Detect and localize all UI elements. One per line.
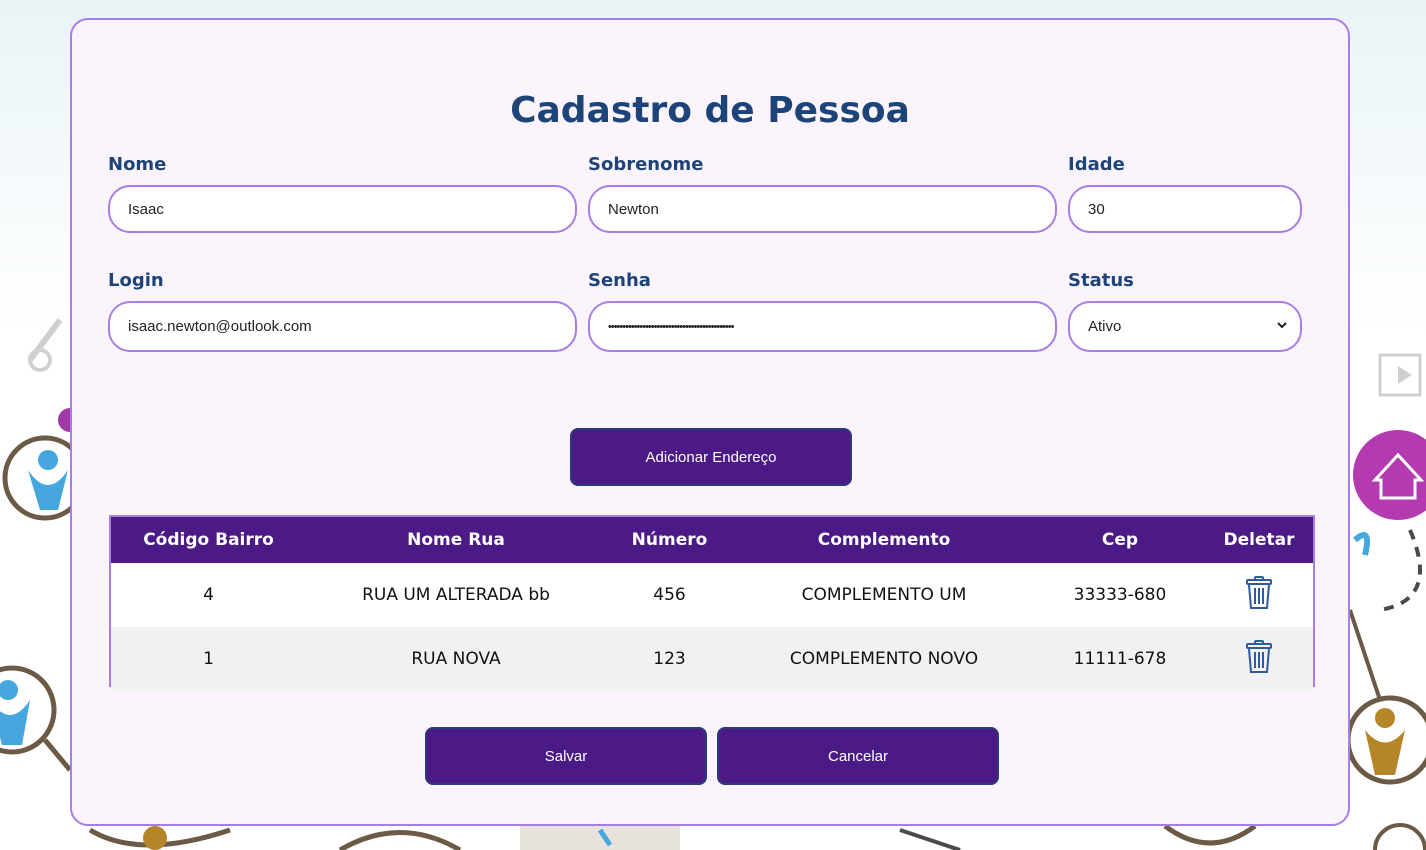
cell-codigo-bairro: 1 — [111, 627, 306, 691]
table-row: 1 RUA NOVA 123 COMPLEMENTO NOVO 11111-67… — [111, 627, 1313, 691]
column-header-complemento: Complemento — [733, 517, 1035, 563]
nome-input[interactable]: Isaac — [108, 185, 577, 233]
sobrenome-input[interactable]: Newton — [588, 185, 1057, 233]
sobrenome-label: Sobrenome — [588, 154, 704, 175]
trash-icon[interactable] — [1246, 639, 1272, 674]
cell-numero: 456 — [653, 585, 686, 605]
table-header-row: Código Bairro Nome Rua Número Complement… — [111, 517, 1313, 563]
idade-label: Idade — [1068, 154, 1125, 175]
status-selected-value: Ativo — [1088, 318, 1122, 335]
page-title: Cadastro de Pessoa — [510, 90, 910, 131]
cell-complemento: COMPLEMENTO UM — [801, 585, 967, 605]
cell-nome-rua: RUA NOVA — [306, 627, 606, 691]
nome-label: Nome — [108, 154, 167, 175]
cell-numero: 123 — [606, 627, 733, 691]
senha-input[interactable]: ••••••••••••••••••••••••••••••••••••••••… — [588, 301, 1057, 352]
save-button[interactable]: Salvar — [425, 727, 707, 785]
address-table: Código Bairro Nome Rua Número Complement… — [109, 515, 1315, 691]
cell-complemento: COMPLEMENTO NOVO — [733, 627, 1035, 691]
login-input[interactable]: isaac.newton@outlook.com — [108, 301, 577, 352]
column-header-numero: Número — [606, 517, 733, 563]
trash-icon[interactable] — [1246, 575, 1272, 610]
cell-cep: 11111-678 — [1035, 627, 1205, 691]
status-label: Status — [1068, 270, 1134, 291]
cell-cep: 33333-680 — [1073, 585, 1167, 605]
column-header-cep: Cep — [1035, 517, 1205, 563]
idade-input[interactable]: 30 — [1068, 185, 1302, 233]
table-row: 4 RUA UM ALTERADA bb 456 COMPLEMENTO UM … — [111, 563, 1313, 627]
add-address-button[interactable]: Adicionar Endereço — [570, 428, 852, 486]
cancel-button[interactable]: Cancelar — [717, 727, 999, 785]
chevron-down-icon — [1277, 322, 1287, 329]
column-header-nome-rua: Nome Rua — [306, 517, 606, 563]
cell-nome-rua: RUA UM ALTERADA bb — [362, 585, 550, 605]
login-label: Login — [108, 270, 164, 291]
status-select[interactable]: Ativo — [1068, 301, 1302, 352]
column-header-deletar: Deletar — [1205, 517, 1313, 563]
senha-label: Senha — [588, 270, 651, 291]
cell-deletar — [1205, 563, 1313, 627]
cell-codigo-bairro: 4 — [203, 585, 214, 605]
cell-deletar — [1205, 627, 1313, 691]
person-form-card: Cadastro de Pessoa Nome Isaac Sobrenome … — [70, 18, 1350, 826]
column-header-codigo-bairro: Código Bairro — [111, 517, 306, 563]
